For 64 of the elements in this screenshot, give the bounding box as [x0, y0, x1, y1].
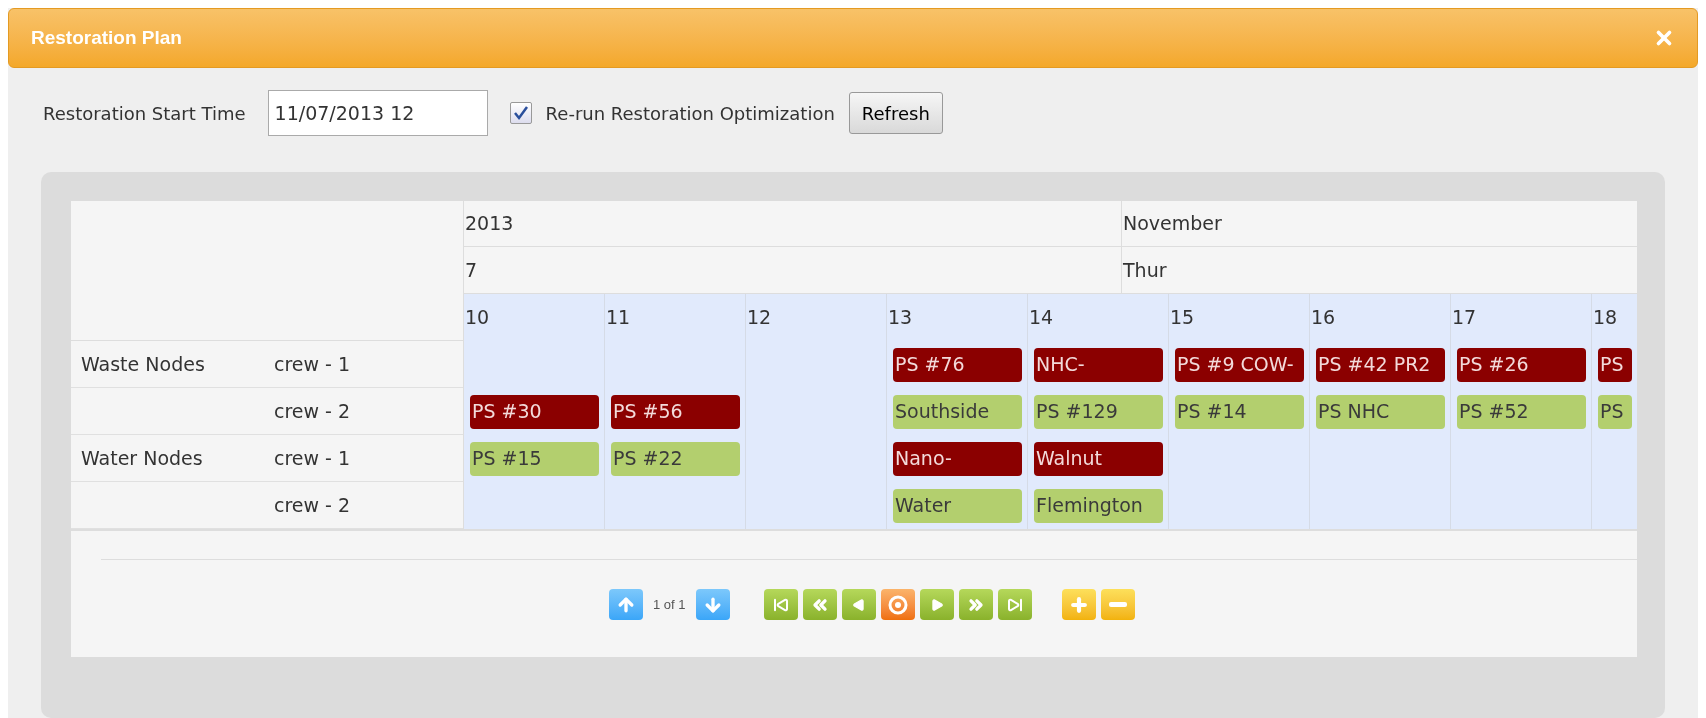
crew-label: crew - 1 — [274, 445, 351, 471]
task-bar[interactable]: PS #52 — [1457, 394, 1586, 429]
task-bar[interactable]: PS #15 — [470, 441, 599, 476]
hour-header: 18 — [1593, 305, 1618, 331]
hour-header: 11 — [606, 305, 631, 331]
day-header: 7 — [465, 257, 478, 283]
task-bar[interactable]: Walnut — [1034, 441, 1163, 476]
window-title: Restoration Plan — [31, 25, 182, 50]
task-bar[interactable]: PS #30 — [470, 394, 599, 429]
target-icon — [886, 593, 909, 616]
next-button[interactable] — [919, 589, 954, 620]
task-bar[interactable]: PS — [1598, 394, 1632, 429]
hour-header: 12 — [747, 305, 772, 331]
rewind-button[interactable] — [802, 589, 837, 620]
scroll-down-button[interactable] — [695, 589, 730, 620]
hour-header: 15 — [1170, 305, 1195, 331]
zoom-in-button[interactable] — [1061, 589, 1096, 620]
plus-icon — [1068, 594, 1089, 615]
previous-button[interactable] — [841, 589, 876, 620]
task-bar[interactable]: Water — [893, 488, 1022, 523]
group-label: Waste Nodes — [81, 352, 205, 375]
minus-icon — [1108, 602, 1127, 607]
rerun-label: Re-run Restoration Optimization — [545, 101, 835, 126]
year-month-header: November — [1123, 211, 1222, 237]
group-label: Water Nodes — [81, 446, 203, 469]
hour-header: 14 — [1029, 305, 1054, 331]
rerun-checkbox[interactable] — [509, 102, 532, 124]
task-bar[interactable]: PS #9 COW- — [1175, 347, 1304, 382]
zoom-out-button[interactable] — [1100, 589, 1135, 620]
refresh-button[interactable]: Refresh — [848, 92, 943, 134]
task-bar[interactable]: Flemington — [1034, 488, 1163, 523]
task-bar[interactable]: PS #22 — [611, 441, 740, 476]
hour-header: 13 — [888, 305, 913, 331]
fast-forward-button[interactable] — [958, 589, 993, 620]
task-bar[interactable]: Nano- — [893, 441, 1022, 476]
task-bar[interactable]: PS — [1598, 347, 1632, 382]
task-bar[interactable]: Southside — [893, 394, 1022, 429]
skip-forward-icon — [1006, 596, 1023, 613]
right-triangle-icon — [929, 597, 944, 612]
left-triangle-icon — [851, 597, 866, 612]
task-bar[interactable]: NHC- — [1034, 347, 1163, 382]
start-time-field[interactable]: 11/07/2013 12 — [267, 90, 488, 136]
first-button[interactable] — [763, 589, 798, 620]
skip-back-icon — [772, 596, 789, 613]
task-bar[interactable]: PS #26 — [1457, 347, 1586, 382]
page-count: 1 of 1 — [653, 595, 686, 614]
crew-label: crew - 2 — [274, 492, 351, 518]
task-bar[interactable]: PS #56 — [611, 394, 740, 429]
hour-header: 17 — [1452, 305, 1477, 331]
task-bar[interactable]: PS NHC — [1316, 394, 1445, 429]
task-bar[interactable]: PS #76 — [893, 347, 1022, 382]
start-time-label: Restoration Start Time — [43, 101, 246, 126]
year-month-header: 2013 — [465, 211, 514, 237]
crew-label: crew - 2 — [274, 398, 351, 424]
scroll-up-button[interactable] — [609, 589, 643, 620]
last-button[interactable] — [997, 589, 1032, 620]
crew-label: crew - 1 — [274, 351, 351, 377]
hour-header: 16 — [1311, 305, 1336, 331]
target-button[interactable] — [880, 589, 915, 620]
task-bar[interactable]: PS #14 — [1175, 394, 1304, 429]
hour-header: 10 — [465, 305, 490, 331]
day-header: Thur — [1123, 257, 1167, 283]
task-bar[interactable]: PS #129 — [1034, 394, 1163, 429]
task-bar[interactable]: PS #42 PR2 — [1316, 347, 1445, 382]
